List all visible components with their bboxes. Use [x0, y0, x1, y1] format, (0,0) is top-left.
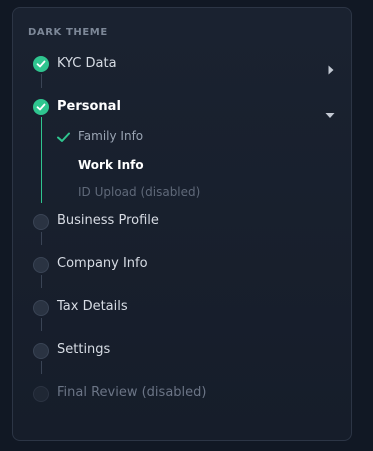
check-circle-icon [33, 56, 49, 72]
empty-circle-icon [33, 214, 49, 230]
step-connector [41, 318, 42, 331]
step-connector [41, 361, 42, 374]
step-connector [41, 74, 42, 88]
step-label: Tax Details [57, 299, 128, 314]
chevron-down-icon[interactable] [325, 104, 335, 123]
chevron-right-icon[interactable] [327, 60, 335, 79]
section-label: DARK THEME [28, 27, 108, 38]
check-circle-icon [33, 99, 49, 115]
check-icon [57, 132, 70, 142]
step-label: Business Profile [57, 213, 159, 228]
step-tax-details[interactable]: Tax Details [13, 299, 353, 325]
empty-circle-icon [33, 343, 49, 359]
empty-circle-icon [33, 300, 49, 316]
substep-label: ID Upload (disabled) [78, 185, 201, 199]
substep-family-info[interactable]: Family Info [57, 129, 317, 149]
step-connector-active [41, 117, 42, 203]
step-label: Personal [57, 99, 121, 114]
step-label: Final Review (disabled) [57, 385, 207, 400]
empty-circle-icon [33, 386, 49, 402]
step-kyc-data[interactable]: KYC Data [13, 56, 353, 82]
empty-circle-icon [33, 257, 49, 273]
step-label: KYC Data [57, 56, 117, 71]
step-company-info[interactable]: Company Info [13, 256, 353, 282]
stepper-panel: DARK THEME KYC Data Personal Family Info… [12, 7, 352, 441]
step-settings[interactable]: Settings [13, 342, 353, 368]
step-final-review: Final Review (disabled) [13, 385, 353, 411]
substep-label: Work Info [78, 158, 144, 172]
step-label: Settings [57, 342, 111, 357]
step-label: Company Info [57, 256, 148, 271]
step-personal[interactable]: Personal [13, 99, 353, 125]
step-connector [41, 232, 42, 245]
step-business-profile[interactable]: Business Profile [13, 213, 353, 239]
substep-work-info[interactable]: Work Info [57, 158, 317, 178]
substep-label: Family Info [78, 129, 144, 143]
substep-id-upload: ID Upload (disabled) [57, 185, 317, 205]
step-connector [41, 275, 42, 288]
